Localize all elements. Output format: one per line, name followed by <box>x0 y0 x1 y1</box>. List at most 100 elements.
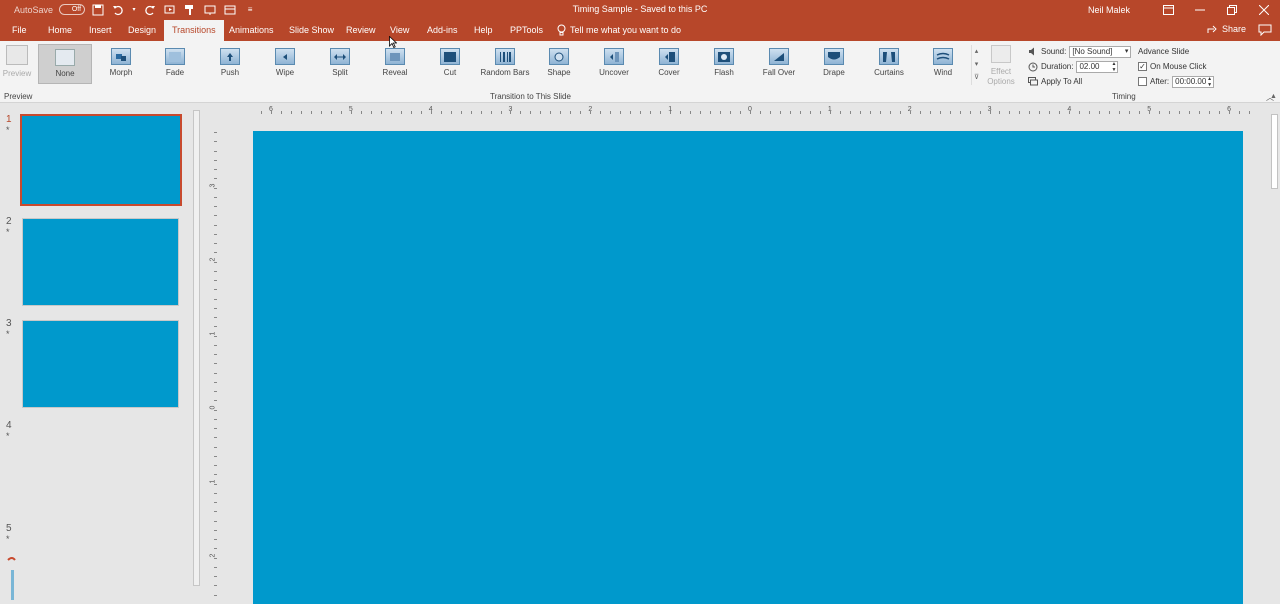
tab-insert[interactable]: Insert <box>89 20 112 41</box>
ruler-tick <box>1129 111 1131 114</box>
ruler-tick <box>859 111 861 114</box>
transition-gallery: None Morph Fade Push Wipe Split Reveal C… <box>38 44 970 84</box>
transition-random-bars[interactable]: Random Bars <box>478 44 532 84</box>
save-icon[interactable] <box>91 3 105 16</box>
autosave-toggle[interactable]: Off <box>59 4 86 15</box>
slide-thumbnail-2[interactable] <box>22 218 179 306</box>
format-painter-icon[interactable] <box>183 3 197 16</box>
present-icon[interactable] <box>203 3 217 16</box>
transition-morph[interactable]: Morph <box>94 44 148 84</box>
layout-icon[interactable] <box>223 3 237 16</box>
slide-thumbnail-5-partial[interactable] <box>6 556 18 600</box>
restore-icon[interactable] <box>1216 0 1248 20</box>
morph-icon <box>111 48 131 65</box>
on-mouse-click-checkbox[interactable]: ✓ <box>1138 62 1147 71</box>
tab-home[interactable]: Home <box>48 20 72 41</box>
sound-select[interactable]: [No Sound] ▾ <box>1069 45 1132 58</box>
user-name[interactable]: Neil Malek <box>1088 5 1130 15</box>
tab-animations[interactable]: Animations <box>229 20 274 41</box>
apply-to-all-button[interactable]: Apply To All <box>1028 74 1131 89</box>
slide-number: 1 <box>6 114 12 125</box>
scroll-up-icon[interactable]: ▲ <box>1270 93 1277 100</box>
transition-wipe[interactable]: Wipe <box>258 44 312 84</box>
ruler-tick <box>889 111 891 114</box>
tell-me-search[interactable]: Tell me what you want to do <box>557 24 681 36</box>
start-from-beginning-icon[interactable] <box>163 3 177 16</box>
horizontal-ruler[interactable]: 6543210123456 <box>255 106 1250 116</box>
ruler-tick <box>214 206 217 207</box>
minimize-icon[interactable] <box>1184 0 1216 20</box>
gallery-more-icon[interactable]: ⊽ <box>972 71 981 84</box>
share-button[interactable]: Share <box>1207 24 1246 34</box>
ruler-tick <box>460 111 462 114</box>
chevron-down-icon[interactable]: ▾ <box>131 3 137 16</box>
transition-none[interactable]: None <box>38 44 92 84</box>
undo-icon[interactable] <box>111 3 125 16</box>
gallery-scroll[interactable]: ▴ ▾ ⊽ <box>971 45 981 85</box>
transition-fall-over[interactable]: Fall Over <box>752 44 806 84</box>
transition-curtains[interactable]: Curtains <box>862 44 916 84</box>
sound-value: [No Sound] <box>1072 46 1113 56</box>
ruler-tick <box>949 111 951 114</box>
spinner-arrows-icon[interactable]: ▲ ▼ <box>1112 61 1117 73</box>
ruler-tick <box>849 111 851 114</box>
slide-scroll-thumb[interactable] <box>1271 114 1278 189</box>
redo-icon[interactable] <box>143 3 157 16</box>
ruler-tick <box>214 566 217 568</box>
tab-design[interactable]: Design <box>128 20 156 41</box>
vertical-ruler[interactable]: 321012 <box>209 132 220 602</box>
tab-add-ins[interactable]: Add-ins <box>427 20 458 41</box>
tab-slide-show[interactable]: Slide Show <box>289 20 334 41</box>
ruler-tick <box>750 111 751 114</box>
customize-qat-icon[interactable]: ≡ <box>243 3 257 16</box>
ribbon-display-options-icon[interactable] <box>1152 0 1184 20</box>
sound-label: Sound: <box>1041 47 1067 56</box>
transition-label: Wind <box>933 68 953 77</box>
slide-scrollbar[interactable]: ▲ <box>1268 93 1280 604</box>
ruler-tick <box>769 111 771 114</box>
transition-flash[interactable]: Flash <box>697 44 751 84</box>
transition-push[interactable]: Push <box>203 44 257 84</box>
gallery-down-icon[interactable]: ▾ <box>972 58 981 71</box>
transition-fade[interactable]: Fade <box>148 44 202 84</box>
spinner-arrows-icon[interactable]: ▲ ▼ <box>1207 76 1212 88</box>
close-icon[interactable] <box>1248 0 1280 20</box>
after-label: After: <box>1150 77 1170 86</box>
ruler-tick <box>939 111 941 114</box>
transition-uncover[interactable]: Uncover <box>587 44 641 84</box>
thumbnail-scrollbar[interactable] <box>192 104 202 604</box>
tab-review[interactable]: Review <box>346 20 376 41</box>
slide-thumbnail-1[interactable] <box>20 114 182 206</box>
effect-options-button[interactable]: Effect Options <box>984 45 1018 89</box>
transition-wind[interactable]: Wind <box>916 44 970 84</box>
tell-me-text: Tell me what you want to do <box>570 25 682 35</box>
slide-editing-area: 6543210123456 321012 ▲ <box>203 93 1280 604</box>
tab-pptools[interactable]: PPTools <box>510 20 543 41</box>
transition-split[interactable]: Split <box>313 44 367 84</box>
transition-reveal[interactable]: Reveal <box>368 44 422 84</box>
ruler-tick <box>214 363 217 365</box>
transition-cut[interactable]: Cut <box>423 44 477 84</box>
preview-button[interactable]: Preview <box>2 43 32 85</box>
after-checkbox[interactable] <box>1138 77 1147 86</box>
transition-star-icon: * <box>6 534 10 544</box>
thumbnail-scroll-track[interactable] <box>193 110 200 586</box>
slide-thumbnail-3[interactable] <box>22 320 179 408</box>
duration-spinner[interactable]: 02.00 ▲ ▼ <box>1076 60 1119 73</box>
transition-cover[interactable]: Cover <box>642 44 696 84</box>
ruler-tick <box>1169 111 1171 114</box>
after-spinner[interactable]: 00:00.00 ▲ ▼ <box>1172 75 1215 88</box>
comment-icon[interactable] <box>1258 24 1272 36</box>
transition-shape[interactable]: Shape <box>532 44 586 84</box>
tab-help[interactable]: Help <box>474 20 493 41</box>
ruler-tick <box>214 585 217 587</box>
tab-transitions[interactable]: Transitions <box>164 20 224 41</box>
cut-icon <box>440 48 460 65</box>
tab-file[interactable]: File <box>12 20 27 41</box>
ruler-tick <box>214 557 217 559</box>
current-slide[interactable] <box>253 131 1243 604</box>
transition-drape[interactable]: Drape <box>807 44 861 84</box>
ruler-tick <box>420 111 422 114</box>
gallery-up-icon[interactable]: ▴ <box>972 45 981 58</box>
ruler-tick <box>1149 111 1151 114</box>
